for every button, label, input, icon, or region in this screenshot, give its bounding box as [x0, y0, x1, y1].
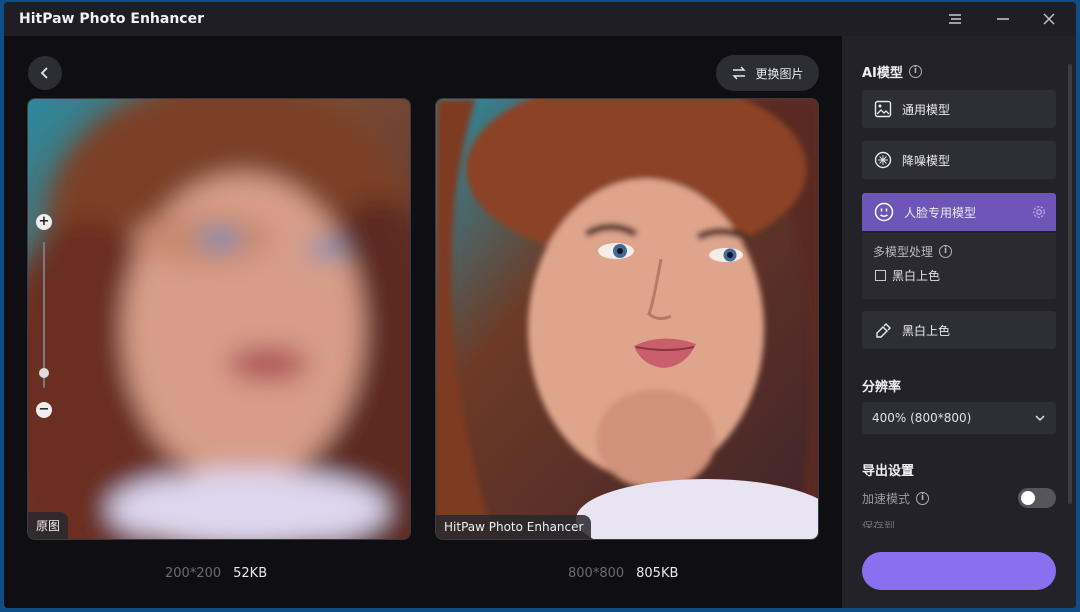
- change-image-button[interactable]: 更换图片: [716, 55, 819, 91]
- swap-icon: [732, 66, 747, 80]
- original-photo: [28, 99, 410, 539]
- sidebar-scrollbar[interactable]: [1068, 64, 1072, 504]
- original-dimensions: 200*200: [165, 566, 222, 581]
- original-filesize: 52KB: [233, 566, 268, 581]
- resolution-select[interactable]: 400% (800*800): [862, 402, 1056, 434]
- chevron-left-icon: [40, 67, 48, 79]
- model-colorize[interactable]: 黑白上色: [862, 311, 1056, 349]
- accelerate-label: 加速模式: [862, 492, 911, 506]
- preview-area: 更换图片 原图 + − HitPaw Photo Enhancer 200*20…: [4, 36, 842, 608]
- back-button[interactable]: [28, 56, 62, 90]
- colorize-icon: [876, 323, 891, 338]
- enhanced-photo: [436, 99, 818, 539]
- original-label: 原图: [28, 512, 69, 539]
- app-window: HitPaw Photo Enhancer 更换图片 原图 + − HitPaw…: [4, 2, 1076, 608]
- multi-model-label: 多模型处理: [873, 245, 934, 259]
- multi-model-header: 多模型处理 i: [873, 243, 953, 260]
- title-bar: HitPaw Photo Enhancer: [4, 2, 1076, 36]
- zoom-slider-track[interactable]: [43, 242, 45, 388]
- ai-model-section-title: AI模型 i: [862, 62, 922, 81]
- toggle-knob: [1021, 491, 1035, 505]
- enhanced-info: 800*800 805KB: [568, 566, 678, 581]
- zoom-in-button[interactable]: +: [36, 214, 52, 230]
- model-colorize-label: 黑白上色: [902, 323, 951, 338]
- info-icon[interactable]: i: [939, 245, 953, 258]
- menu-icon: [949, 14, 961, 24]
- settings-sidebar: AI模型 i 通用模型 降噪模型 人脸专用模型 多模型处理 i 黑白上色 黑白上…: [842, 36, 1076, 608]
- model-general-label: 通用模型: [902, 102, 951, 117]
- close-icon: [1043, 13, 1055, 25]
- chevron-down-icon: [1035, 415, 1045, 422]
- original-info: 200*200 52KB: [165, 566, 267, 581]
- model-denoise[interactable]: 降噪模型: [862, 141, 1056, 179]
- zoom-out-button[interactable]: −: [36, 402, 52, 418]
- multi-model-panel: 多模型处理 i 黑白上色: [862, 233, 1056, 299]
- colorize-checkbox[interactable]: 黑白上色: [875, 267, 940, 284]
- app-title: HitPaw Photo Enhancer: [19, 11, 204, 27]
- colorize-checkbox-label: 黑白上色: [892, 269, 941, 283]
- export-section-title: 导出设置: [862, 464, 915, 479]
- gear-icon[interactable]: [1032, 205, 1046, 219]
- accelerate-toggle[interactable]: [1018, 488, 1056, 508]
- save-to-label: 保存到: [862, 520, 895, 528]
- resolution-section-title: 分辨率: [862, 380, 902, 395]
- close-button[interactable]: [1034, 6, 1064, 32]
- ai-model-title: AI模型: [862, 66, 903, 81]
- enhanced-dimensions: 800*800: [568, 566, 625, 581]
- resolution-value: 400% (800*800): [872, 411, 972, 425]
- enhanced-filesize: 805KB: [636, 566, 679, 581]
- enhanced-image: HitPaw Photo Enhancer: [435, 98, 819, 540]
- model-face[interactable]: 人脸专用模型: [862, 193, 1056, 231]
- face-icon: [874, 202, 894, 222]
- zoom-control: + −: [36, 214, 52, 418]
- image-icon: [874, 100, 892, 118]
- info-icon[interactable]: i: [916, 492, 930, 505]
- minimize-button[interactable]: [988, 6, 1018, 32]
- model-face-label: 人脸专用模型: [904, 205, 977, 220]
- info-icon[interactable]: i: [908, 65, 922, 78]
- zoom-slider-thumb[interactable]: [39, 368, 49, 378]
- accelerate-mode: 加速模式 i: [862, 490, 930, 507]
- change-image-label: 更换图片: [755, 66, 804, 81]
- checkbox-box[interactable]: [875, 270, 886, 281]
- menu-button[interactable]: [940, 6, 970, 32]
- enhanced-label: HitPaw Photo Enhancer: [436, 515, 592, 539]
- original-image: 原图: [27, 98, 411, 540]
- denoise-icon: [874, 151, 892, 169]
- model-general[interactable]: 通用模型: [862, 90, 1056, 128]
- export-button[interactable]: [862, 552, 1056, 590]
- model-denoise-label: 降噪模型: [902, 153, 951, 168]
- minimize-icon: [997, 18, 1009, 20]
